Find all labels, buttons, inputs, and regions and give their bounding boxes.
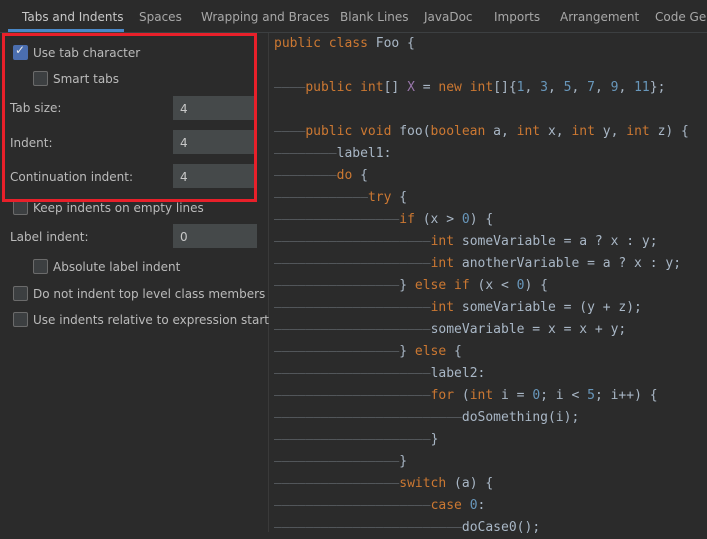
code-line: ————————do { [274, 168, 368, 183]
settings-tab-bar: Tabs and Indents Spaces Wrapping and Bra… [0, 0, 707, 33]
no-indent-top-level-checkbox[interactable] [13, 286, 28, 301]
code-line: ————public void foo(boolean a, int x, in… [274, 124, 689, 139]
tab-blank-lines[interactable]: Blank Lines [340, 0, 409, 32]
tab-imports[interactable]: Imports [494, 0, 540, 32]
tab-wrapping-and-braces[interactable]: Wrapping and Braces [201, 0, 329, 32]
label-indent-label: Label indent: [10, 230, 89, 244]
absolute-label-indent-checkbox[interactable] [33, 259, 48, 274]
code-line: ————————————————————case 0: [274, 498, 486, 513]
code-preview[interactable]: public class Foo { ————public int[] X = … [272, 33, 707, 535]
code-line: ————public int[] X = new int[]{1, 3, 5, … [274, 80, 666, 95]
keep-indents-empty-checkbox[interactable] [13, 200, 28, 215]
code-line: ————————————————} else if (x < 0) { [274, 278, 548, 293]
code-line: ————————————————————int someVariable = (… [274, 300, 642, 315]
code-line: ————————————————————int anotherVariable … [274, 256, 682, 271]
code-line: ————————————try { [274, 190, 408, 205]
code-line: ————————————————if (x > 0) { [274, 212, 494, 227]
code-line: ————————————————} else { [274, 344, 462, 359]
code-line: ————————————————switch (a) { [274, 476, 494, 491]
code-line: ————————————————————int someVariable = a… [274, 234, 658, 249]
keep-indents-empty-label[interactable]: Keep indents on empty lines [33, 201, 204, 215]
tab-arrangement[interactable]: Arrangement [560, 0, 639, 32]
no-indent-top-level-label[interactable]: Do not indent top level class members [33, 287, 265, 301]
indent-relative-expr-label[interactable]: Use indents relative to expression start [33, 313, 269, 327]
code-line: ————————————————————————doSomething(i); [274, 410, 580, 425]
code-line: ————————————————} [274, 454, 408, 469]
tab-spaces[interactable]: Spaces [139, 0, 182, 32]
tab-code-generation[interactable]: Code Gen [655, 0, 707, 32]
active-tab-indicator [8, 29, 124, 32]
tab-javadoc[interactable]: JavaDoc [424, 0, 473, 32]
highlight-box [2, 33, 257, 202]
panel-divider[interactable] [268, 33, 269, 532]
absolute-label-indent-label[interactable]: Absolute label indent [53, 260, 180, 274]
label-indent-input[interactable]: 0 [173, 224, 257, 248]
tab-tabs-and-indents[interactable]: Tabs and Indents [22, 0, 123, 32]
code-line: ————————————————————someVariable = x = x… [274, 322, 627, 337]
code-line: ————————————————————} [274, 432, 439, 447]
code-line: ————————label1: [274, 146, 392, 161]
code-line: public class Foo { [274, 36, 415, 51]
code-line: ————————————————————————doCase0(); [274, 520, 541, 535]
code-line: ————————————————————for (int i = 0; i < … [274, 388, 658, 403]
indent-relative-expr-checkbox[interactable] [13, 312, 28, 327]
code-line: ————————————————————label2: [274, 366, 486, 381]
